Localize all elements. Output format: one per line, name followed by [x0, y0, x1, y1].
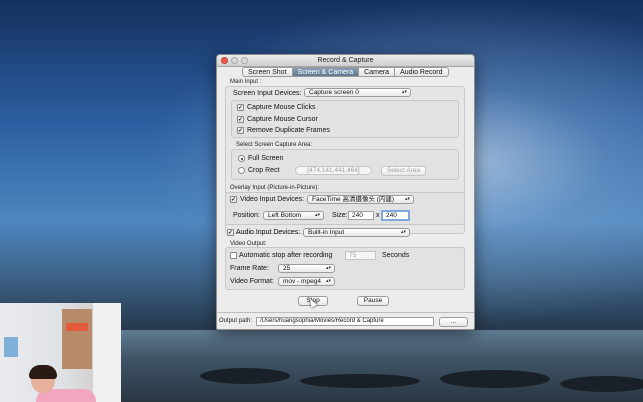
tab-camera[interactable]: Camera: [359, 67, 396, 77]
output-divider: [217, 312, 474, 313]
screen-input-devices-value: Capture screen 0: [309, 89, 359, 96]
video-format-value: mov - mpeg4: [283, 278, 321, 285]
position-select[interactable]: Left Bottom ▴▾: [263, 211, 324, 220]
webcam-door: [93, 303, 121, 402]
desktop-rock: [300, 374, 420, 388]
audio-input-devices-select[interactable]: Built-in Input ▴▾: [303, 228, 410, 237]
record-capture-window: Record & Capture Screen Shot Screen & Ca…: [216, 54, 475, 330]
webcam-overlay: [0, 303, 121, 402]
size-height-field[interactable]: 240: [381, 210, 410, 221]
frame-rate-select[interactable]: 25 ▴▾: [278, 264, 335, 273]
capture-mouse-cursor-checkbox[interactable]: ✓: [237, 116, 244, 123]
webcam-person-hair: [29, 365, 57, 379]
screen-input-devices-select[interactable]: Capture screen 0 ▴▾: [304, 88, 411, 97]
desktop-rock: [560, 376, 643, 392]
tab-screen-shot[interactable]: Screen Shot: [242, 67, 293, 77]
video-input-devices-value: FaceTime 高清摄像头 (内建): [312, 196, 395, 203]
audio-input-devices-checkbox[interactable]: ✓: [227, 229, 234, 236]
size-width-field[interactable]: 240: [348, 211, 374, 220]
zoom-window-icon[interactable]: [241, 57, 248, 64]
close-window-icon[interactable]: [221, 57, 228, 64]
tab-bar: Screen Shot Screen & Camera Camera Audio…: [242, 67, 449, 77]
audio-input-devices-value: Built-in Input: [308, 229, 345, 236]
size-separator: x: [376, 212, 380, 219]
position-label: Position:: [233, 212, 260, 219]
remove-duplicate-frames-label: Remove Duplicate Frames: [247, 127, 330, 134]
tab-screen-camera[interactable]: Screen & Camera: [292, 67, 360, 77]
updown-arrows-icon: ▴▾: [401, 89, 407, 95]
audio-input-devices-label: Audio Input Devices:: [236, 229, 301, 236]
desktop-rock: [200, 368, 290, 384]
webcam-poster: [4, 337, 18, 357]
remove-duplicate-frames-checkbox[interactable]: ✓: [237, 127, 244, 134]
full-screen-label: Full Screen: [248, 155, 284, 162]
position-value: Left Bottom: [268, 212, 302, 219]
title-bar[interactable]: Record & Capture: [217, 55, 474, 67]
video-input-devices-checkbox[interactable]: ✓: [230, 196, 237, 203]
updown-arrows-icon: ▴▾: [325, 278, 331, 284]
capture-mouse-cursor-label: Capture Mouse Cursor: [247, 116, 318, 123]
screen-input-devices-label: Screen Input Devices:: [233, 90, 302, 97]
video-format-select[interactable]: mov - mpeg4 ▴▾: [278, 277, 335, 286]
window-title: Record & Capture: [317, 57, 374, 64]
updown-arrows-icon: ▴▾: [314, 212, 320, 218]
video-format-label: Video Format:: [230, 278, 274, 285]
crop-rect-radio[interactable]: [238, 167, 245, 174]
pause-button[interactable]: Pause: [357, 296, 389, 306]
desktop-rock: [440, 370, 550, 388]
browse-button[interactable]: ...: [439, 317, 468, 327]
updown-arrows-icon: ▴▾: [400, 229, 406, 235]
frame-rate-value: 25: [283, 265, 291, 272]
auto-stop-label: Automatic stop after recording: [239, 252, 333, 259]
output-path-field[interactable]: /Users/huangsophia/Movies/Record & Captu…: [256, 317, 434, 326]
size-label: Size:: [332, 212, 348, 219]
auto-stop-checkbox[interactable]: [230, 252, 237, 259]
output-path-label: Output path:: [219, 318, 253, 324]
auto-stop-seconds-field[interactable]: 75: [345, 251, 376, 260]
updown-arrows-icon: ▴▾: [325, 265, 331, 271]
video-input-devices-select[interactable]: FaceTime 高清摄像头 (内建) ▴▾: [307, 195, 414, 204]
crop-rect-field[interactable]: [474,141,441,464]: [295, 166, 372, 175]
video-input-devices-label: Video Input Devices:: [240, 196, 305, 203]
webcam-shelf: [62, 309, 92, 369]
capture-mouse-clicks-label: Capture Mouse Clicks: [247, 104, 316, 111]
tab-audio-record[interactable]: Audio Record: [395, 67, 449, 77]
capture-mouse-clicks-checkbox[interactable]: ✓: [237, 104, 244, 111]
select-area-button[interactable]: Select Area: [381, 166, 426, 176]
crop-rect-label: Crop Rect: [248, 167, 280, 174]
frame-rate-label: Frame Rate:: [230, 265, 269, 272]
webcam-shelf-items: [66, 323, 88, 331]
seconds-label: Seconds: [382, 252, 410, 259]
full-screen-radio[interactable]: [238, 155, 245, 162]
minimize-window-icon[interactable]: [231, 57, 238, 64]
updown-arrows-icon: ▴▾: [404, 196, 410, 202]
